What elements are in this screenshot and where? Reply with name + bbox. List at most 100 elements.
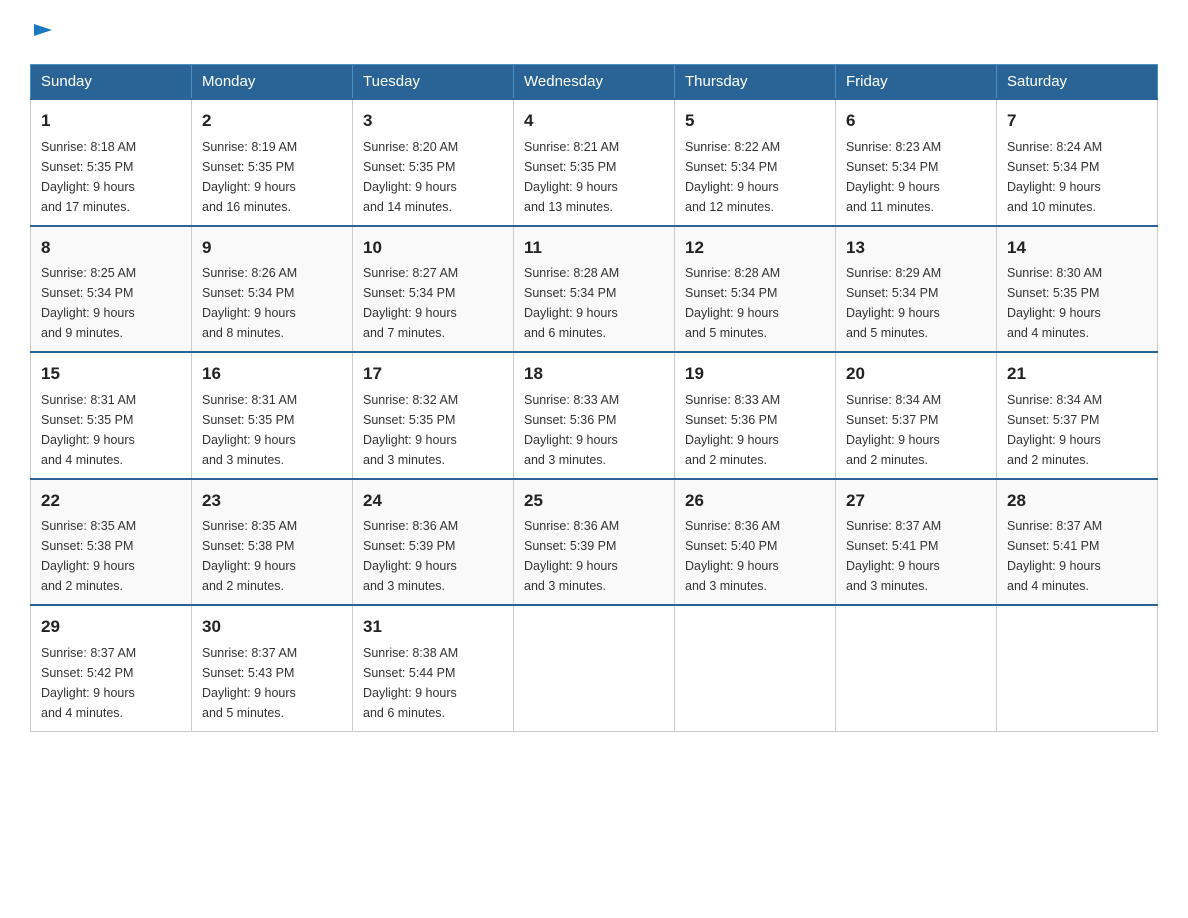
calendar-cell: 17 Sunrise: 8:32 AM Sunset: 5:35 PM Dayl… (353, 352, 514, 479)
day-info: Sunrise: 8:31 AM Sunset: 5:35 PM Dayligh… (202, 390, 342, 470)
calendar-cell: 8 Sunrise: 8:25 AM Sunset: 5:34 PM Dayli… (31, 226, 192, 353)
day-number: 28 (1007, 488, 1147, 514)
calendar-cell: 13 Sunrise: 8:29 AM Sunset: 5:34 PM Dayl… (836, 226, 997, 353)
week-row-4: 22 Sunrise: 8:35 AM Sunset: 5:38 PM Dayl… (31, 479, 1158, 606)
day-info: Sunrise: 8:27 AM Sunset: 5:34 PM Dayligh… (363, 263, 503, 343)
day-info: Sunrise: 8:36 AM Sunset: 5:39 PM Dayligh… (524, 516, 664, 596)
weekday-header-friday: Friday (836, 65, 997, 100)
day-info: Sunrise: 8:36 AM Sunset: 5:39 PM Dayligh… (363, 516, 503, 596)
weekday-header-row: SundayMondayTuesdayWednesdayThursdayFrid… (31, 65, 1158, 100)
day-number: 11 (524, 235, 664, 261)
day-info: Sunrise: 8:25 AM Sunset: 5:34 PM Dayligh… (41, 263, 181, 343)
weekday-header-tuesday: Tuesday (353, 65, 514, 100)
day-info: Sunrise: 8:26 AM Sunset: 5:34 PM Dayligh… (202, 263, 342, 343)
calendar-cell: 2 Sunrise: 8:19 AM Sunset: 5:35 PM Dayli… (192, 99, 353, 226)
day-number: 20 (846, 361, 986, 387)
calendar-cell: 4 Sunrise: 8:21 AM Sunset: 5:35 PM Dayli… (514, 99, 675, 226)
day-info: Sunrise: 8:22 AM Sunset: 5:34 PM Dayligh… (685, 137, 825, 217)
day-info: Sunrise: 8:35 AM Sunset: 5:38 PM Dayligh… (202, 516, 342, 596)
calendar-cell: 27 Sunrise: 8:37 AM Sunset: 5:41 PM Dayl… (836, 479, 997, 606)
day-number: 25 (524, 488, 664, 514)
calendar-cell: 24 Sunrise: 8:36 AM Sunset: 5:39 PM Dayl… (353, 479, 514, 606)
calendar-cell: 1 Sunrise: 8:18 AM Sunset: 5:35 PM Dayli… (31, 99, 192, 226)
logo-icon (30, 20, 54, 44)
day-info: Sunrise: 8:34 AM Sunset: 5:37 PM Dayligh… (846, 390, 986, 470)
day-number: 26 (685, 488, 825, 514)
day-info: Sunrise: 8:20 AM Sunset: 5:35 PM Dayligh… (363, 137, 503, 217)
week-row-3: 15 Sunrise: 8:31 AM Sunset: 5:35 PM Dayl… (31, 352, 1158, 479)
day-number: 18 (524, 361, 664, 387)
day-number: 12 (685, 235, 825, 261)
day-number: 2 (202, 108, 342, 134)
day-info: Sunrise: 8:33 AM Sunset: 5:36 PM Dayligh… (685, 390, 825, 470)
calendar-cell (514, 605, 675, 731)
calendar-cell: 15 Sunrise: 8:31 AM Sunset: 5:35 PM Dayl… (31, 352, 192, 479)
calendar-cell: 12 Sunrise: 8:28 AM Sunset: 5:34 PM Dayl… (675, 226, 836, 353)
day-number: 23 (202, 488, 342, 514)
day-number: 6 (846, 108, 986, 134)
day-number: 24 (363, 488, 503, 514)
page-header (30, 20, 1158, 44)
day-info: Sunrise: 8:21 AM Sunset: 5:35 PM Dayligh… (524, 137, 664, 217)
day-info: Sunrise: 8:35 AM Sunset: 5:38 PM Dayligh… (41, 516, 181, 596)
day-number: 1 (41, 108, 181, 134)
calendar-cell: 30 Sunrise: 8:37 AM Sunset: 5:43 PM Dayl… (192, 605, 353, 731)
day-number: 30 (202, 614, 342, 640)
day-number: 10 (363, 235, 503, 261)
day-number: 15 (41, 361, 181, 387)
calendar-cell: 26 Sunrise: 8:36 AM Sunset: 5:40 PM Dayl… (675, 479, 836, 606)
day-number: 17 (363, 361, 503, 387)
calendar-cell: 21 Sunrise: 8:34 AM Sunset: 5:37 PM Dayl… (997, 352, 1158, 479)
calendar-cell: 29 Sunrise: 8:37 AM Sunset: 5:42 PM Dayl… (31, 605, 192, 731)
day-number: 31 (363, 614, 503, 640)
day-number: 19 (685, 361, 825, 387)
day-number: 5 (685, 108, 825, 134)
calendar-cell: 16 Sunrise: 8:31 AM Sunset: 5:35 PM Dayl… (192, 352, 353, 479)
calendar-cell: 3 Sunrise: 8:20 AM Sunset: 5:35 PM Dayli… (353, 99, 514, 226)
day-number: 21 (1007, 361, 1147, 387)
weekday-header-wednesday: Wednesday (514, 65, 675, 100)
day-info: Sunrise: 8:34 AM Sunset: 5:37 PM Dayligh… (1007, 390, 1147, 470)
day-info: Sunrise: 8:28 AM Sunset: 5:34 PM Dayligh… (685, 263, 825, 343)
day-number: 27 (846, 488, 986, 514)
calendar-cell: 7 Sunrise: 8:24 AM Sunset: 5:34 PM Dayli… (997, 99, 1158, 226)
week-row-2: 8 Sunrise: 8:25 AM Sunset: 5:34 PM Dayli… (31, 226, 1158, 353)
day-info: Sunrise: 8:38 AM Sunset: 5:44 PM Dayligh… (363, 643, 503, 723)
calendar-cell (675, 605, 836, 731)
logo-flag-icon (32, 22, 54, 44)
day-info: Sunrise: 8:18 AM Sunset: 5:35 PM Dayligh… (41, 137, 181, 217)
calendar-cell: 19 Sunrise: 8:33 AM Sunset: 5:36 PM Dayl… (675, 352, 836, 479)
day-info: Sunrise: 8:36 AM Sunset: 5:40 PM Dayligh… (685, 516, 825, 596)
calendar-cell: 5 Sunrise: 8:22 AM Sunset: 5:34 PM Dayli… (675, 99, 836, 226)
calendar-cell: 31 Sunrise: 8:38 AM Sunset: 5:44 PM Dayl… (353, 605, 514, 731)
calendar-cell: 9 Sunrise: 8:26 AM Sunset: 5:34 PM Dayli… (192, 226, 353, 353)
day-info: Sunrise: 8:30 AM Sunset: 5:35 PM Dayligh… (1007, 263, 1147, 343)
week-row-5: 29 Sunrise: 8:37 AM Sunset: 5:42 PM Dayl… (31, 605, 1158, 731)
day-info: Sunrise: 8:37 AM Sunset: 5:41 PM Dayligh… (846, 516, 986, 596)
day-info: Sunrise: 8:31 AM Sunset: 5:35 PM Dayligh… (41, 390, 181, 470)
day-number: 9 (202, 235, 342, 261)
calendar-table: SundayMondayTuesdayWednesdayThursdayFrid… (30, 64, 1158, 732)
day-info: Sunrise: 8:29 AM Sunset: 5:34 PM Dayligh… (846, 263, 986, 343)
day-number: 7 (1007, 108, 1147, 134)
week-row-1: 1 Sunrise: 8:18 AM Sunset: 5:35 PM Dayli… (31, 99, 1158, 226)
day-info: Sunrise: 8:28 AM Sunset: 5:34 PM Dayligh… (524, 263, 664, 343)
day-number: 14 (1007, 235, 1147, 261)
calendar-cell: 18 Sunrise: 8:33 AM Sunset: 5:36 PM Dayl… (514, 352, 675, 479)
day-number: 13 (846, 235, 986, 261)
weekday-header-saturday: Saturday (997, 65, 1158, 100)
day-info: Sunrise: 8:32 AM Sunset: 5:35 PM Dayligh… (363, 390, 503, 470)
weekday-header-sunday: Sunday (31, 65, 192, 100)
day-number: 8 (41, 235, 181, 261)
weekday-header-thursday: Thursday (675, 65, 836, 100)
logo[interactable] (30, 20, 54, 44)
calendar-cell: 20 Sunrise: 8:34 AM Sunset: 5:37 PM Dayl… (836, 352, 997, 479)
day-info: Sunrise: 8:37 AM Sunset: 5:41 PM Dayligh… (1007, 516, 1147, 596)
day-info: Sunrise: 8:37 AM Sunset: 5:42 PM Dayligh… (41, 643, 181, 723)
calendar-cell (997, 605, 1158, 731)
day-info: Sunrise: 8:23 AM Sunset: 5:34 PM Dayligh… (846, 137, 986, 217)
day-number: 16 (202, 361, 342, 387)
day-number: 29 (41, 614, 181, 640)
calendar-cell: 25 Sunrise: 8:36 AM Sunset: 5:39 PM Dayl… (514, 479, 675, 606)
calendar-cell (836, 605, 997, 731)
